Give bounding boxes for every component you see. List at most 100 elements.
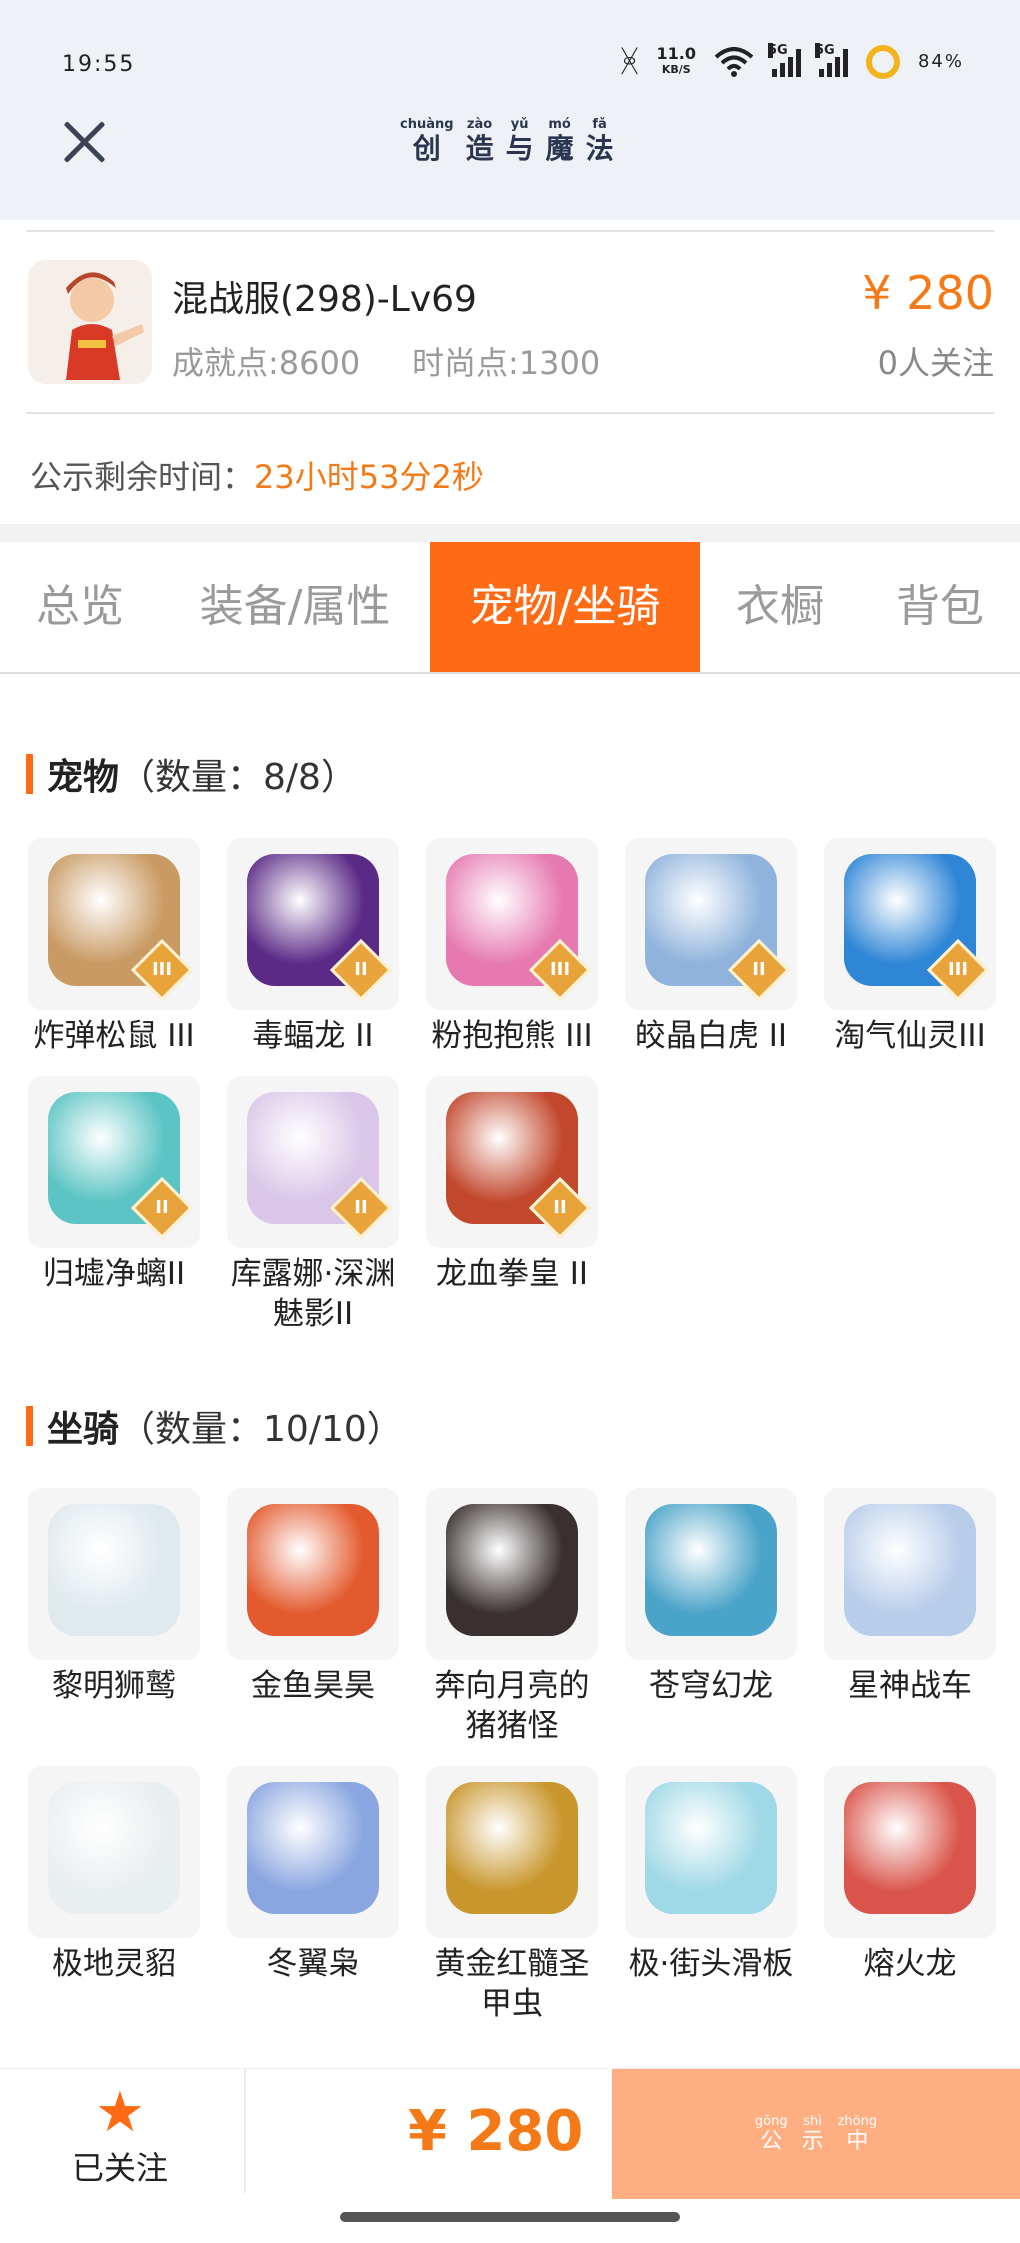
mount-name: 熔火龙 xyxy=(863,1946,957,1982)
brand-char: chuàng 创 xyxy=(400,117,454,166)
tab-overview[interactable]: 总览 xyxy=(0,542,160,672)
mount-image xyxy=(48,1782,180,1914)
signal-icon: 5G xyxy=(767,42,801,77)
mount-name: 黎明狮鹫 xyxy=(52,1668,176,1704)
character-avatar xyxy=(28,260,152,384)
mount-name: 冬翼枭 xyxy=(266,1946,360,1982)
mount-thumbnail xyxy=(28,1766,200,1938)
pet-item[interactable]: II 毒蝠龙 II xyxy=(225,838,401,1056)
pet-item[interactable]: II 皎晶白虎 II xyxy=(623,838,799,1056)
pet-item[interactable]: II 库露娜·深渊魅影II xyxy=(225,1076,401,1334)
mount-item[interactable]: 星神战车 xyxy=(822,1488,998,1706)
mount-name: 金鱼昊昊 xyxy=(251,1668,375,1704)
pet-item[interactable]: II 龙血拳皇 II xyxy=(424,1076,600,1294)
mount-thumbnail xyxy=(426,1488,598,1660)
brand-char: zào 造 xyxy=(465,117,494,166)
mount-name: 极·街头滑板 xyxy=(628,1946,794,1982)
mount-item[interactable]: 黄金红髓圣甲虫 xyxy=(424,1766,600,2024)
mount-item[interactable]: 苍穹幻龙 xyxy=(623,1488,799,1706)
mount-thumbnail xyxy=(824,1488,996,1660)
mount-thumbnail xyxy=(227,1766,399,1938)
pet-name: 龙血拳皇 II xyxy=(435,1256,589,1292)
divider xyxy=(26,412,994,414)
mount-image xyxy=(844,1504,976,1636)
pet-name: 粉抱抱熊 III xyxy=(431,1018,593,1054)
public-status-button[interactable]: gōng 公 shì 示 zhōng 中 xyxy=(612,2069,1020,2199)
pet-name: 归墟净螭II xyxy=(42,1256,186,1292)
divider xyxy=(244,2069,246,2193)
mount-name: 苍穹幻龙 xyxy=(649,1668,773,1704)
pets-section-title: 宠物 （数量：8/8） xyxy=(26,748,357,800)
mount-thumbnail xyxy=(625,1766,797,1938)
pet-thumbnail: III xyxy=(426,838,598,1010)
tab-pets-mounts[interactable]: 宠物/坐骑 xyxy=(430,542,700,672)
pet-name: 毒蝠龙 II xyxy=(252,1018,374,1054)
listing-price: ¥ 280 xyxy=(862,266,994,320)
divider xyxy=(26,230,994,232)
bluetooth-icon: ᚸ xyxy=(620,44,639,79)
mount-item[interactable]: 金鱼昊昊 xyxy=(225,1488,401,1706)
mount-thumbnail xyxy=(426,1766,598,1938)
close-icon[interactable] xyxy=(60,118,108,166)
wifi-icon xyxy=(714,46,754,77)
tab-equipment[interactable]: 装备/属性 xyxy=(170,542,420,672)
pet-name: 淘气仙灵III xyxy=(834,1018,986,1054)
mounts-section-title: 坐骑 （数量：10/10） xyxy=(26,1400,403,1452)
pet-thumbnail: II xyxy=(227,1076,399,1248)
home-indicator[interactable] xyxy=(340,2212,680,2222)
mount-image xyxy=(645,1504,777,1636)
mount-thumbnail xyxy=(625,1488,797,1660)
pet-name: 库露娜·深渊魅影II xyxy=(230,1256,396,1332)
fashion-points: 时尚点:1300 xyxy=(412,344,601,382)
pet-thumbnail: II xyxy=(227,838,399,1010)
pet-item[interactable]: II 归墟净螭II xyxy=(26,1076,202,1294)
mount-item[interactable]: 奔向月亮的猪猪怪 xyxy=(424,1488,600,1746)
mount-thumbnail xyxy=(28,1488,200,1660)
pet-name: 炸弹松鼠 III xyxy=(33,1018,195,1054)
achievement-points: 成就点:8600 xyxy=(172,344,361,382)
brand-char: yǔ 与 xyxy=(505,117,534,166)
brand-logo: chuàng 创 zào 造 yǔ 与 mó 魔 fǎ 法 xyxy=(400,118,614,166)
status-time: 19:55 xyxy=(62,52,136,77)
mount-item[interactable]: 极·街头滑板 xyxy=(623,1766,799,1984)
mount-item[interactable]: 极地灵貂 xyxy=(26,1766,202,1984)
mount-item[interactable]: 黎明狮鹫 xyxy=(26,1488,202,1706)
mount-name: 黄金红髓圣甲虫 xyxy=(434,1946,590,2022)
mount-image xyxy=(446,1782,578,1914)
status-char: gōng 公 xyxy=(754,2114,788,2154)
mount-image xyxy=(844,1782,976,1914)
net-speed: 11.0 KB/S xyxy=(656,43,696,76)
status-bar: 19:55 ᚸ 11.0 KB/S 5G 5G 84% xyxy=(0,40,1020,90)
listing-title: 混战服(298)-Lv69 xyxy=(172,279,477,320)
star-icon: ★ xyxy=(94,2080,146,2145)
section-gap xyxy=(0,524,1020,542)
follow-button[interactable]: ★ 已关注 xyxy=(40,2083,200,2189)
top-bar: 19:55 ᚸ 11.0 KB/S 5G 5G 84% chuàng 创 zào… xyxy=(0,0,1020,220)
battery-icon xyxy=(865,44,900,79)
pet-item[interactable]: III 淘气仙灵III xyxy=(822,838,998,1056)
status-char: shì 示 xyxy=(801,2114,824,2154)
pet-name: 皎晶白虎 II xyxy=(634,1018,788,1054)
public-countdown: 公示剩余时间：23小时53分2秒 xyxy=(30,458,484,496)
brand-char: mó 魔 xyxy=(545,117,574,166)
pet-item[interactable]: III 粉抱抱熊 III xyxy=(424,838,600,1056)
mount-item[interactable]: 熔火龙 xyxy=(822,1766,998,1984)
tab-backpack[interactable]: 背包 xyxy=(860,542,1020,672)
pet-thumbnail: II xyxy=(625,838,797,1010)
mount-image xyxy=(48,1504,180,1636)
status-char: zhōng 中 xyxy=(837,2114,878,2154)
signal-icon: 5G xyxy=(814,42,848,77)
mount-name: 星神战车 xyxy=(848,1668,972,1704)
pet-thumbnail: III xyxy=(824,838,996,1010)
mount-item[interactable]: 冬翼枭 xyxy=(225,1766,401,1984)
mount-name: 极地灵貂 xyxy=(52,1946,176,1982)
pet-thumbnail: II xyxy=(28,1076,200,1248)
mount-image xyxy=(446,1504,578,1636)
tab-wardrobe[interactable]: 衣橱 xyxy=(710,542,850,672)
mount-image xyxy=(247,1782,379,1914)
mount-image xyxy=(247,1504,379,1636)
follower-count: 0人关注 xyxy=(877,344,994,382)
mount-thumbnail xyxy=(227,1488,399,1660)
pet-thumbnail: II xyxy=(426,1076,598,1248)
pet-item[interactable]: III 炸弹松鼠 III xyxy=(26,838,202,1056)
